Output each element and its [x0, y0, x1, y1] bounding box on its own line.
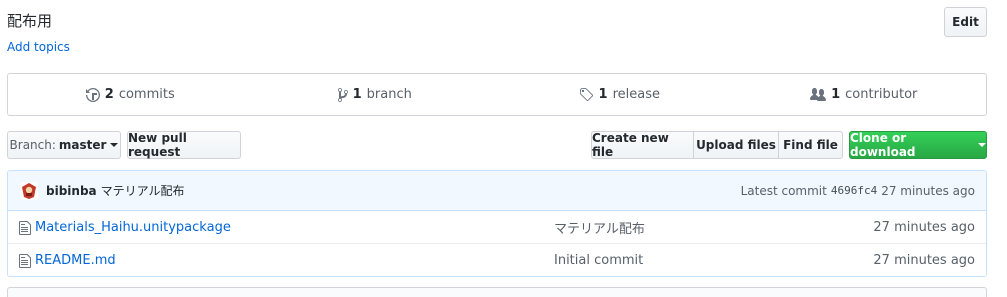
branches-count: 1 — [352, 87, 362, 102]
people-icon — [810, 87, 827, 101]
avatar-image-icon — [22, 182, 36, 199]
commit-message-link[interactable]: マテリアル配布 — [101, 182, 185, 199]
upload-files-button[interactable]: Upload files — [693, 131, 779, 159]
summary-branches[interactable]: 1 branch — [253, 74, 498, 115]
tag-icon — [579, 87, 593, 101]
file-commit-message[interactable]: マテリアル配布 — [554, 218, 645, 237]
branches-label: branch — [366, 87, 412, 102]
releases-label: release — [612, 87, 660, 102]
commits-count: 2 — [104, 87, 114, 102]
summary-releases[interactable]: 1 release — [497, 74, 742, 115]
file-name-link[interactable]: Materials_Haihu.unitypackage — [35, 220, 231, 235]
avatar[interactable] — [20, 181, 38, 200]
file-commit-message[interactable]: Initial commit — [554, 253, 643, 268]
file-name-link[interactable]: README.md — [35, 253, 116, 268]
file-age: 27 minutes ago — [873, 219, 975, 235]
caret-down-icon — [110, 143, 119, 147]
releases-count: 1 — [598, 87, 608, 102]
branch-select-button[interactable]: Branch: master — [7, 131, 121, 159]
file-icon — [19, 221, 31, 235]
commit-meta: Latest commit 4696fc4 27 minutes ago — [741, 184, 975, 198]
branch-select-label: Branch: — [9, 138, 56, 152]
latest-commit-prefix: Latest commit — [740, 183, 827, 198]
summary-commits[interactable]: 2 commits — [8, 74, 253, 115]
branch-icon — [337, 87, 348, 102]
clone-label: Clone or download — [850, 131, 916, 159]
contributors-label: contributor — [845, 87, 918, 102]
commit-age: 27 minutes ago — [881, 183, 975, 198]
commits-label: commits — [118, 87, 175, 102]
summary-contributors[interactable]: 1 contributor — [742, 74, 987, 115]
add-topics-link[interactable]: Add topics — [7, 40, 70, 54]
readme-box — [7, 287, 987, 297]
caret-down-icon — [978, 143, 986, 147]
latest-commit-bar: bibinba マテリアル配布 Latest commit 4696fc4 27… — [8, 171, 986, 211]
commit-sha-link[interactable]: 4696fc4 — [831, 184, 877, 197]
table-row: README.md Initial commit 27 minutes ago — [8, 244, 986, 276]
edit-button[interactable]: Edit — [944, 7, 987, 37]
repo-description: 配布用 — [7, 12, 53, 30]
find-file-button[interactable]: Find file — [778, 131, 843, 159]
file-list: bibinba マテリアル配布 Latest commit 4696fc4 27… — [7, 170, 987, 277]
file-age: 27 minutes ago — [873, 253, 975, 268]
contributors-count: 1 — [831, 87, 841, 102]
commit-author-link[interactable]: bibinba — [46, 184, 97, 198]
repo-summary: 2 commits 1 branch 1 release 1 contribut… — [7, 73, 987, 116]
file-icon — [19, 254, 31, 268]
branch-select-value: master — [58, 138, 107, 152]
table-row: Materials_Haihu.unitypackage マテリアル配布 27 … — [8, 211, 986, 244]
history-icon — [85, 87, 100, 102]
clone-or-download-button[interactable]: Clone or download — [849, 131, 987, 159]
create-new-file-button[interactable]: Create new file — [591, 131, 694, 159]
new-pull-request-button[interactable]: New pull request — [127, 131, 241, 159]
